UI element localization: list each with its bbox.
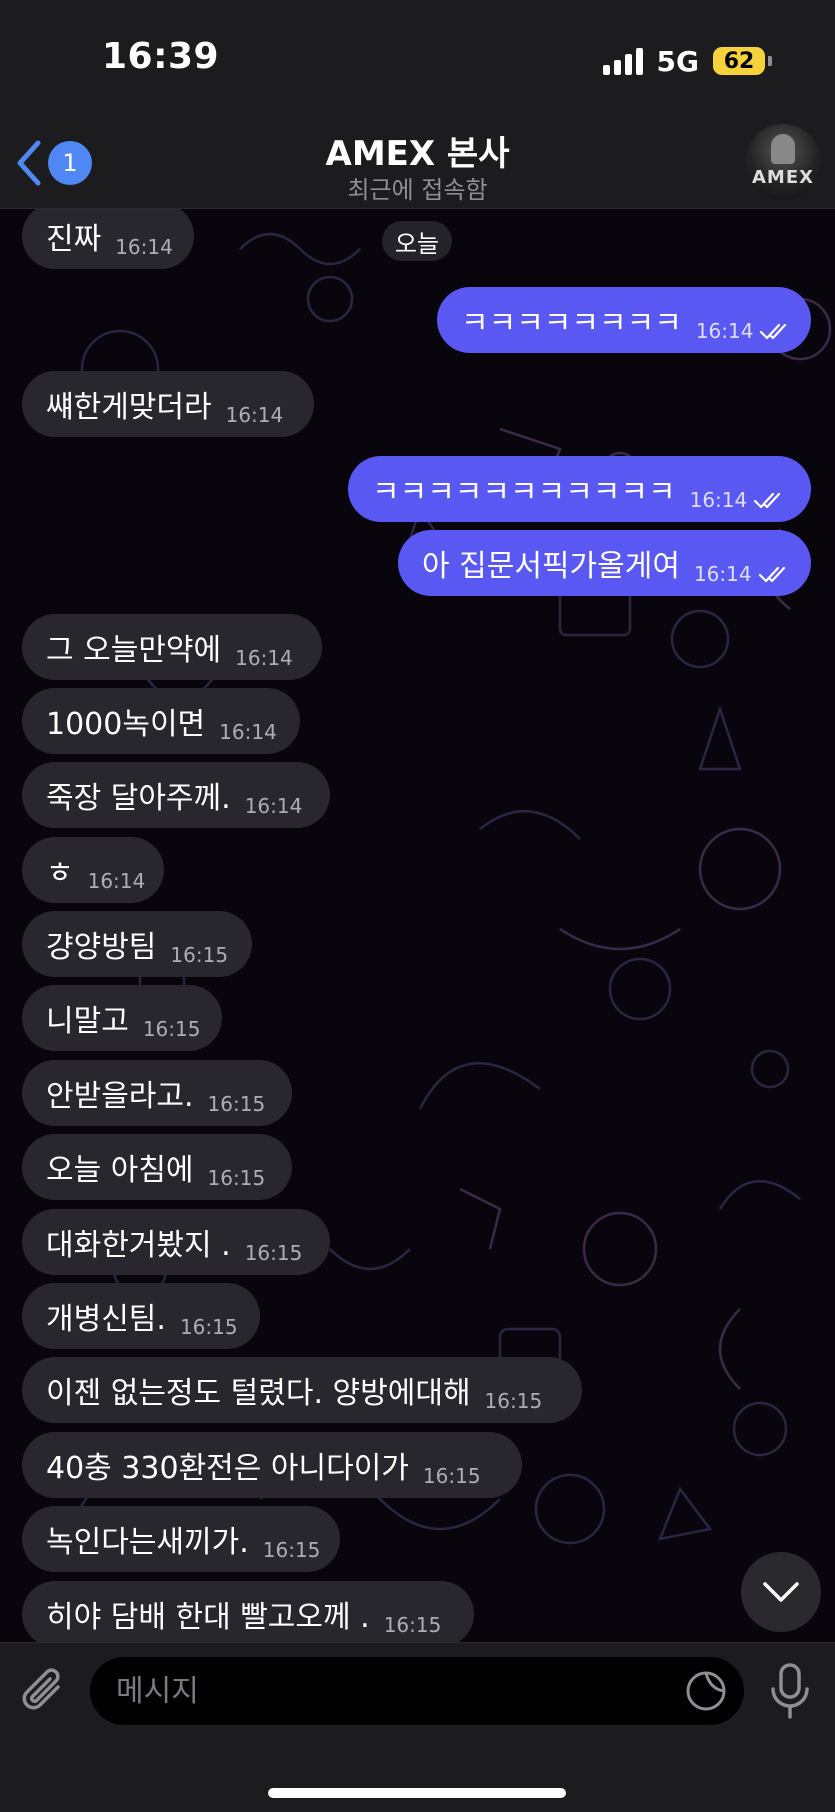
- message-bubble-incoming[interactable]: 오늘 아침에 16:15: [22, 1134, 292, 1200]
- avatar-logo-text: AMEX: [751, 167, 815, 188]
- message-time: 16:14: [695, 319, 754, 343]
- message-text: 걍양방팀: [46, 930, 157, 965]
- message-bubble-incoming[interactable]: 죽장 달아주께. 16:14: [22, 762, 330, 828]
- chat-header: 1 AMEX 본사 최근에 접속함 AMEX: [0, 118, 835, 209]
- home-indicator: [268, 1788, 566, 1798]
- message-time: 16:15: [422, 1464, 481, 1488]
- message-bubble-incoming[interactable]: 1000녹이면 16:14: [22, 688, 300, 754]
- chat-title[interactable]: AMEX 본사: [0, 126, 835, 175]
- last-seen-status: 최근에 접속함: [347, 176, 488, 204]
- message-bubble-incoming[interactable]: 개병신팀. 16:15: [22, 1283, 260, 1349]
- message-bubble-outgoing[interactable]: ㅋㅋㅋㅋㅋㅋㅋㅋ 16:14: [437, 287, 811, 353]
- message-bubble-incoming[interactable]: 히야 담배 한대 빨고오께 . 16:15: [22, 1581, 474, 1642]
- date-separator: 오늘: [382, 221, 452, 261]
- message-time: 16:14: [219, 720, 277, 744]
- message-time: 16:14: [87, 869, 146, 893]
- message-bubble-incoming[interactable]: 그 오늘만약에 16:14: [22, 614, 322, 680]
- double-check-icon: [758, 566, 785, 583]
- sticker-icon[interactable]: [684, 1669, 728, 1713]
- message-text: 1000녹이면: [46, 707, 206, 742]
- message-bubble-outgoing[interactable]: ㅋㅋㅋㅋㅋㅋㅋㅋㅋㅋㅋ 16:14: [348, 456, 811, 522]
- message-text: 40충 330환전은 아니다이가: [46, 1451, 409, 1486]
- status-indicators: 5G 62: [602, 44, 772, 78]
- chevron-down-icon: [763, 1582, 799, 1602]
- message-bubble-incoming[interactable]: 니말고 16:15: [22, 985, 222, 1051]
- message-text: ㅋㅋㅋㅋㅋㅋㅋㅋ: [461, 306, 682, 341]
- message-text: 진짜: [46, 222, 102, 257]
- message-time: 16:15: [170, 943, 229, 967]
- message-time: 16:15: [142, 1017, 201, 1041]
- battery-icon: 62: [713, 47, 772, 75]
- paperclip-icon[interactable]: [20, 1663, 70, 1719]
- message-bubble-incoming[interactable]: 썌한게맞더라 16:14: [22, 371, 314, 437]
- message-bubble-incoming[interactable]: 녹인다는새끼가. 16:15: [22, 1506, 340, 1572]
- message-text: 대화한거봤지 .: [46, 1228, 231, 1263]
- message-time: 16:15: [484, 1389, 543, 1413]
- message-text: 개병신팀.: [46, 1302, 166, 1337]
- message-bubble-incoming[interactable]: 이젠 없는정도 털렸다. 양방에대해 16:15: [22, 1357, 582, 1423]
- message-time: 16:15: [179, 1315, 238, 1339]
- message-input[interactable]: [90, 1657, 744, 1725]
- status-bar: 16:39 5G 62: [0, 0, 835, 118]
- microphone-icon[interactable]: [768, 1661, 812, 1721]
- message-text: 오늘 아침에: [46, 1153, 194, 1188]
- message-time: 16:14: [115, 235, 173, 259]
- status-time: 16:39: [102, 36, 220, 77]
- avatar-figure: [771, 134, 795, 164]
- message-text: 히야 담배 한대 빨고오께 .: [46, 1600, 370, 1635]
- message-time: 16:14: [693, 562, 752, 586]
- message-text: ㅎ: [46, 856, 74, 891]
- cellular-signal-icon: [602, 47, 643, 75]
- message-time: 16:14: [244, 794, 303, 818]
- message-text: 녹인다는새끼가.: [46, 1525, 249, 1560]
- message-bubble-incoming[interactable]: 40충 330환전은 아니다이가 16:15: [22, 1432, 522, 1498]
- message-text: 안받을라고.: [46, 1079, 194, 1114]
- message-time: 16:14: [689, 488, 748, 512]
- message-text: ㅋㅋㅋㅋㅋㅋㅋㅋㅋㅋㅋ: [372, 475, 676, 510]
- message-time: 16:15: [207, 1092, 266, 1116]
- battery-level: 62: [723, 48, 755, 74]
- message-time: 16:15: [207, 1166, 266, 1190]
- message-bubble-incoming[interactable]: 안받을라고. 16:15: [22, 1060, 292, 1126]
- avatar[interactable]: AMEX: [745, 124, 821, 200]
- message-bubble-incoming[interactable]: 진짜 16:14: [22, 209, 194, 269]
- message-text: 이젠 없는정도 털렸다. 양방에대해: [46, 1376, 471, 1411]
- message-text: 그 오늘만약에: [46, 633, 222, 668]
- message-bubble-incoming[interactable]: ㅎ 16:14: [22, 837, 164, 903]
- message-bubble-incoming[interactable]: 대화한거봤지 . 16:15: [22, 1209, 330, 1275]
- message-list[interactable]: 오늘 진짜 16:14 ㅋㅋㅋㅋㅋㅋㅋㅋ 16:14 썌한게맞더라 16:14 …: [0, 209, 835, 1642]
- message-composer: [0, 1642, 835, 1812]
- double-check-icon: [754, 492, 781, 509]
- message-text: 죽장 달아주께.: [46, 781, 231, 816]
- message-time: 16:15: [383, 1613, 442, 1637]
- double-check-icon: [760, 323, 787, 340]
- message-bubble-incoming[interactable]: 걍양방팀 16:15: [22, 911, 252, 977]
- message-time: 16:15: [262, 1538, 321, 1562]
- message-text: 아 집문서픽가올게여: [422, 549, 680, 584]
- message-bubble-outgoing[interactable]: 아 집문서픽가올게여 16:14: [398, 530, 811, 596]
- message-time: 16:14: [225, 403, 284, 427]
- message-time: 16:14: [235, 646, 293, 670]
- network-type: 5G: [656, 44, 699, 78]
- message-time: 16:15: [244, 1241, 303, 1265]
- message-text: 썌한게맞더라: [46, 390, 212, 425]
- scroll-to-bottom-button[interactable]: [741, 1552, 821, 1632]
- message-text: 니말고: [46, 1004, 129, 1039]
